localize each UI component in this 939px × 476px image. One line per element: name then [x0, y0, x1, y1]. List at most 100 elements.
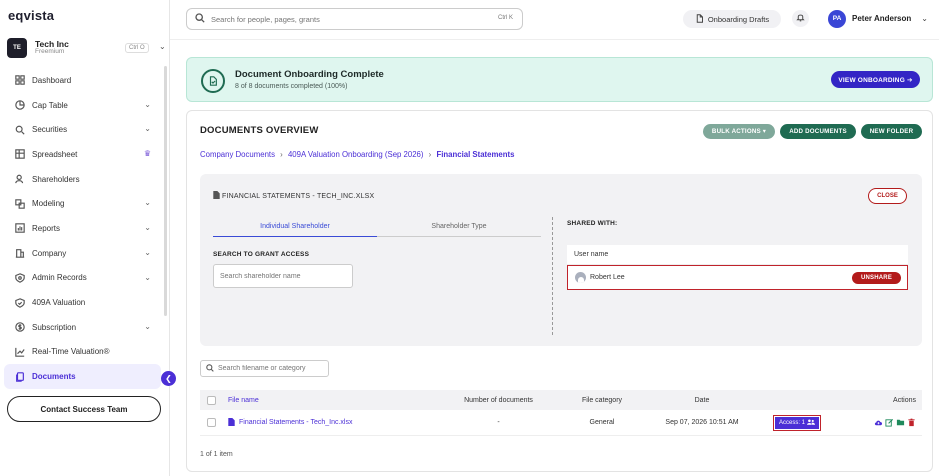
- app-logo[interactable]: eqvista: [8, 8, 54, 23]
- sidebar-item-documents[interactable]: Documents: [4, 364, 161, 389]
- sidebar-item-label: Securities: [32, 125, 68, 135]
- banner-title: Document Onboarding Complete: [235, 69, 384, 80]
- shared-users-table: User name Robert Lee UNSHARE: [567, 245, 908, 290]
- file-search-input[interactable]: [218, 365, 328, 372]
- shared-user-name: Robert Lee: [590, 274, 625, 281]
- shared-with-label: SHARED WITH:: [567, 220, 618, 227]
- folder-icon[interactable]: [896, 418, 905, 427]
- breadcrumb: Company Documents › 409A Valuation Onboa…: [200, 150, 514, 159]
- sidebar-item-real-time-valuation[interactable]: Real-Time Valuation®: [4, 340, 161, 365]
- user-name-header: User name: [567, 245, 908, 265]
- view-onboarding-button[interactable]: VIEW ONBOARDING ➔: [831, 71, 920, 88]
- company-icon: [14, 247, 26, 259]
- file-date: Sep 07, 2026 10:51 AM: [665, 419, 739, 426]
- shared-file-name-text: FINANCIAL STATEMENTS - TECH_INC.XLSX: [222, 192, 375, 200]
- sidebar-item-spreadsheet[interactable]: Spreadsheet ♛: [4, 142, 161, 167]
- table-row: Financial Statements - Tech_Inc.xlsx - G…: [200, 410, 922, 436]
- bulk-actions-button[interactable]: BULK ACTIONS ▾: [703, 124, 775, 139]
- sidebar-item-subscription[interactable]: Subscription ⌄: [4, 315, 161, 340]
- panel-divider: [552, 217, 553, 335]
- col-number-of-documents: Number of documents: [464, 396, 533, 404]
- sidebar-item-dashboard[interactable]: Dashboard: [4, 68, 161, 93]
- col-file-category: File category: [581, 396, 623, 404]
- company-switcher[interactable]: TE Tech Inc Freemium Ctrl O ⌄: [7, 36, 166, 60]
- document-icon: [695, 13, 708, 25]
- chevron-down-icon: ⌄: [144, 198, 151, 208]
- user-menu[interactable]: PA Peter Anderson ⌄: [828, 9, 928, 28]
- user-name: Peter Anderson: [852, 14, 912, 23]
- share-access-panel: FINANCIAL STATEMENTS - TECH_INC.XLSX CLO…: [200, 174, 922, 346]
- cloud-upload-icon[interactable]: [874, 418, 883, 427]
- document-check-icon: [201, 69, 225, 93]
- add-documents-button[interactable]: ADD DOCUMENTS: [780, 124, 856, 139]
- dashboard-icon: [14, 74, 26, 86]
- trash-icon[interactable]: [907, 418, 916, 427]
- sidebar-item-409a-valuation[interactable]: 409A Valuation: [4, 290, 161, 315]
- notifications-button[interactable]: [792, 10, 809, 27]
- banner-subtitle: 8 of 8 documents completed (100%): [235, 83, 348, 90]
- breadcrumb-separator: ›: [428, 150, 432, 159]
- documents-overview-card: DOCUMENTS OVERVIEW BULK ACTIONS ▾ ADD DO…: [186, 110, 933, 472]
- file-name: Financial Statements - Tech_Inc.xlsx: [239, 419, 353, 426]
- access-button[interactable]: Access: 1: [775, 416, 820, 429]
- row-actions: [872, 410, 916, 435]
- file-search[interactable]: [200, 360, 329, 377]
- crown-icon: ♛: [143, 149, 151, 159]
- breadcrumb-financial-statements[interactable]: Financial Statements: [436, 150, 514, 159]
- sidebar-item-label: 409A Valuation: [32, 298, 86, 308]
- sidebar-nav: Dashboard Cap Table ⌄ Securities ⌄ Sprea…: [0, 68, 165, 389]
- documents-table: File name Number of documents File categ…: [200, 390, 922, 436]
- table-header: File name Number of documents File categ…: [200, 390, 922, 410]
- search-icon: [195, 13, 205, 25]
- sidebar-item-securities[interactable]: Securities ⌄: [4, 117, 161, 142]
- edit-icon[interactable]: [885, 418, 894, 427]
- row-checkbox[interactable]: [207, 418, 216, 427]
- collapse-sidebar-button[interactable]: ❮: [161, 371, 176, 386]
- col-date: Date: [694, 396, 710, 404]
- breadcrumb-company-documents[interactable]: Company Documents: [200, 150, 275, 159]
- col-file-name[interactable]: File name: [228, 390, 259, 410]
- sidebar-item-cap-table[interactable]: Cap Table ⌄: [4, 93, 161, 118]
- new-folder-button[interactable]: NEW FOLDER: [861, 124, 922, 139]
- tab-individual-shareholder[interactable]: Individual Shareholder: [213, 217, 377, 237]
- sidebar-item-label: Reports: [32, 223, 61, 233]
- global-search-input[interactable]: [211, 14, 481, 24]
- admin-icon: [14, 272, 26, 284]
- contact-success-team-button[interactable]: Contact Success Team: [7, 396, 161, 422]
- onboarding-drafts-button[interactable]: Onboarding Drafts: [683, 10, 781, 28]
- sidebar-item-admin-records[interactable]: Admin Records ⌄: [4, 266, 161, 291]
- shared-file-name: FINANCIAL STATEMENTS - TECH_INC.XLSX: [213, 191, 374, 201]
- breadcrumb-separator: ›: [280, 150, 283, 159]
- select-all-checkbox[interactable]: [207, 395, 216, 405]
- sidebar-item-label: Company: [32, 248, 67, 258]
- users-icon: [805, 419, 816, 427]
- chevron-down-icon: ⌄: [144, 272, 151, 282]
- chevron-down-icon: ⌄: [144, 247, 151, 257]
- grant-access-label: SEARCH TO GRANT ACCESS: [213, 251, 310, 258]
- global-search[interactable]: Ctrl K: [186, 8, 523, 30]
- table-icon: [14, 148, 26, 160]
- shield-icon: [14, 297, 26, 309]
- onboarding-drafts-label: Onboarding Drafts: [707, 14, 770, 24]
- search-icon: [206, 363, 214, 374]
- breadcrumb-409a-onboarding[interactable]: 409A Valuation Onboarding (Sep 2026): [288, 150, 424, 159]
- users-icon: [14, 173, 26, 185]
- sidebar-item-company[interactable]: Company ⌄: [4, 241, 161, 266]
- sidebar-item-modeling[interactable]: Modeling ⌄: [4, 191, 161, 216]
- sidebar-item-label: Modeling: [32, 199, 65, 209]
- company-shortcut: Ctrl O: [125, 43, 149, 53]
- sidebar-scrollbar[interactable]: [164, 66, 167, 316]
- unshare-button[interactable]: UNSHARE: [852, 272, 901, 284]
- sidebar-item-shareholders[interactable]: Shareholders: [4, 167, 161, 192]
- securities-icon: [14, 124, 26, 136]
- tab-shareholder-type[interactable]: Shareholder Type: [377, 217, 541, 237]
- dollar-icon: [14, 321, 26, 333]
- sidebar-item-label: Spreadsheet: [32, 149, 78, 159]
- access-badge-highlight: Access: 1: [773, 414, 822, 431]
- close-button[interactable]: CLOSE: [868, 188, 907, 204]
- sidebar-item-reports[interactable]: Reports ⌄: [4, 216, 161, 241]
- trend-icon: [14, 346, 26, 358]
- shareholder-search-input[interactable]: [213, 264, 353, 288]
- file-link[interactable]: Financial Statements - Tech_Inc.xlsx: [228, 410, 352, 435]
- topbar-divider: [170, 39, 939, 40]
